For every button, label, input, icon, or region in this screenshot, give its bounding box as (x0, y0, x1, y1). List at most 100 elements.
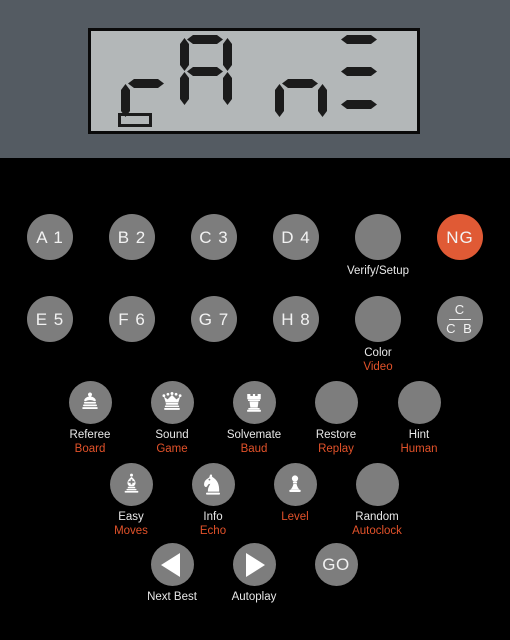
key-moves-label: Moves (114, 525, 148, 537)
key-level-button[interactable] (273, 463, 317, 506)
key-color-video[interactable]: Color Video (332, 296, 424, 373)
lcd-digit-2 (178, 35, 232, 109)
chess-king-icon (77, 390, 103, 416)
key-sound-game[interactable]: Sound Game (126, 381, 218, 455)
chess-pawn-icon (283, 473, 307, 497)
key-level-label: Level (281, 511, 309, 523)
key-h8-button[interactable]: H 8 (273, 296, 319, 342)
key-c3[interactable]: C 3 (168, 214, 260, 260)
key-verify-setup[interactable]: Verify/Setup (332, 214, 424, 277)
key-cb[interactable]: C C B (414, 296, 506, 342)
lcd-digit-2-seg-a (187, 35, 223, 44)
key-random-autoclock-button[interactable] (355, 463, 399, 506)
key-next-best-label: Next Best (147, 591, 197, 603)
lcd-display (88, 28, 420, 134)
key-echo-label: Echo (199, 525, 227, 537)
key-f6-label: F 6 (118, 309, 146, 329)
key-board-label: Board (74, 443, 106, 455)
key-d4-button[interactable]: D 4 (273, 214, 319, 260)
key-restore-replay-button[interactable] (314, 381, 358, 424)
key-easy-moves[interactable]: Easy Moves (85, 463, 177, 537)
key-verify-setup-button[interactable] (355, 214, 401, 260)
lcd-digit-2-seg-c (223, 72, 232, 105)
key-video-label: Video (363, 361, 393, 373)
key-e5[interactable]: E 5 (4, 296, 96, 342)
key-c3-button[interactable]: C 3 (191, 214, 237, 260)
key-cb-label-bottom: C B (446, 320, 474, 336)
key-g7-button[interactable]: G 7 (191, 296, 237, 342)
key-easy-moves-button[interactable] (109, 463, 153, 506)
key-f6-button[interactable]: F 6 (109, 296, 155, 342)
lcd-digit-1-seg-f (121, 50, 130, 83)
lcd-digit-1 (119, 47, 173, 121)
key-color-label: Color (364, 347, 392, 359)
key-next-best-button[interactable] (150, 543, 194, 586)
lcd-digit-3-seg-d (282, 112, 318, 121)
key-autoclock-label: Autoclock (352, 525, 402, 537)
key-b2-button[interactable]: B 2 (109, 214, 155, 260)
key-c3-label: C 3 (199, 227, 229, 247)
lcd-digit-3-seg-c (318, 84, 327, 117)
lcd-digit-4-seg-f (334, 38, 343, 71)
key-autoplay[interactable]: Autoplay (208, 543, 300, 603)
chess-queen-icon (159, 390, 185, 416)
key-autoplay-label: Autoplay (231, 591, 277, 603)
key-solvemate-baud-button[interactable] (232, 381, 276, 424)
lcd-digit-3-seg-g (282, 79, 318, 88)
key-h8[interactable]: H 8 (250, 296, 342, 342)
key-b2[interactable]: B 2 (86, 214, 178, 260)
key-b2-label: B 2 (117, 227, 147, 247)
key-game-label: Game (156, 443, 188, 455)
key-solvemate-baud[interactable]: Solvemate Baud (208, 381, 300, 455)
key-go-button[interactable]: GO (314, 543, 358, 586)
lcd-digit-3-seg-e (275, 84, 284, 117)
key-cb-face: C C B (446, 303, 474, 335)
key-human-label: Human (400, 443, 438, 455)
chess-knight-icon (200, 472, 226, 498)
key-ng-label: NG (446, 227, 474, 247)
chess-bishop-icon (119, 472, 144, 497)
lcd-digit-3-seg-a (282, 47, 318, 56)
lcd-digit-1-seg-b (164, 50, 173, 83)
key-a1-label: A 1 (36, 227, 64, 247)
lcd-digit-1-seg-a (128, 47, 164, 56)
chess-rook-icon (242, 391, 266, 415)
key-d4[interactable]: D 4 (250, 214, 342, 260)
key-random-label: Random (355, 511, 399, 523)
chess-computer-device: A 1 B 2 C 3 D 4 Verify/Setup NG E 5 F 6 … (0, 0, 510, 640)
key-random-autoclock[interactable]: Random Autoclock (331, 463, 423, 537)
key-ng[interactable]: NG (414, 214, 506, 260)
key-autoplay-button[interactable] (232, 543, 276, 586)
key-go[interactable]: GO (290, 543, 382, 586)
key-referee-label: Referee (69, 429, 111, 441)
key-color-video-button[interactable] (355, 296, 401, 342)
key-restore-replay[interactable]: Restore Replay (290, 381, 382, 455)
key-info-echo[interactable]: Info Echo (167, 463, 259, 537)
key-level[interactable]: Level (249, 463, 341, 523)
key-a1-button[interactable]: A 1 (27, 214, 73, 260)
key-info-echo-button[interactable] (191, 463, 235, 506)
key-sound-label: Sound (155, 429, 189, 441)
key-next-best[interactable]: Next Best (126, 543, 218, 603)
lcd-digit-4-seg-e (334, 72, 343, 105)
key-a1[interactable]: A 1 (4, 214, 96, 260)
lcd-digit-4-seg-a (341, 35, 377, 44)
key-cb-button[interactable]: C C B (437, 296, 483, 342)
key-sound-game-button[interactable] (150, 381, 194, 424)
key-baud-label: Baud (240, 443, 268, 455)
lcd-digit-4 (332, 35, 386, 109)
key-hint-human[interactable]: Hint Human (373, 381, 465, 455)
triangle-left-icon (161, 552, 180, 577)
key-g7[interactable]: G 7 (168, 296, 260, 342)
key-referee-board[interactable]: Referee Board (44, 381, 136, 455)
key-f6[interactable]: F 6 (86, 296, 178, 342)
key-e5-button[interactable]: E 5 (27, 296, 73, 342)
key-referee-board-button[interactable] (68, 381, 112, 424)
triangle-right-icon (246, 552, 265, 577)
lcd-digit-1-seg-g (128, 79, 164, 88)
key-hint-human-button[interactable] (397, 381, 441, 424)
key-h8-label: H 8 (281, 309, 311, 329)
lcd-digit-4-seg-b (377, 38, 386, 71)
keypad: A 1 B 2 C 3 D 4 Verify/Setup NG E 5 F 6 … (0, 158, 510, 640)
key-ng-button[interactable]: NG (437, 214, 483, 260)
